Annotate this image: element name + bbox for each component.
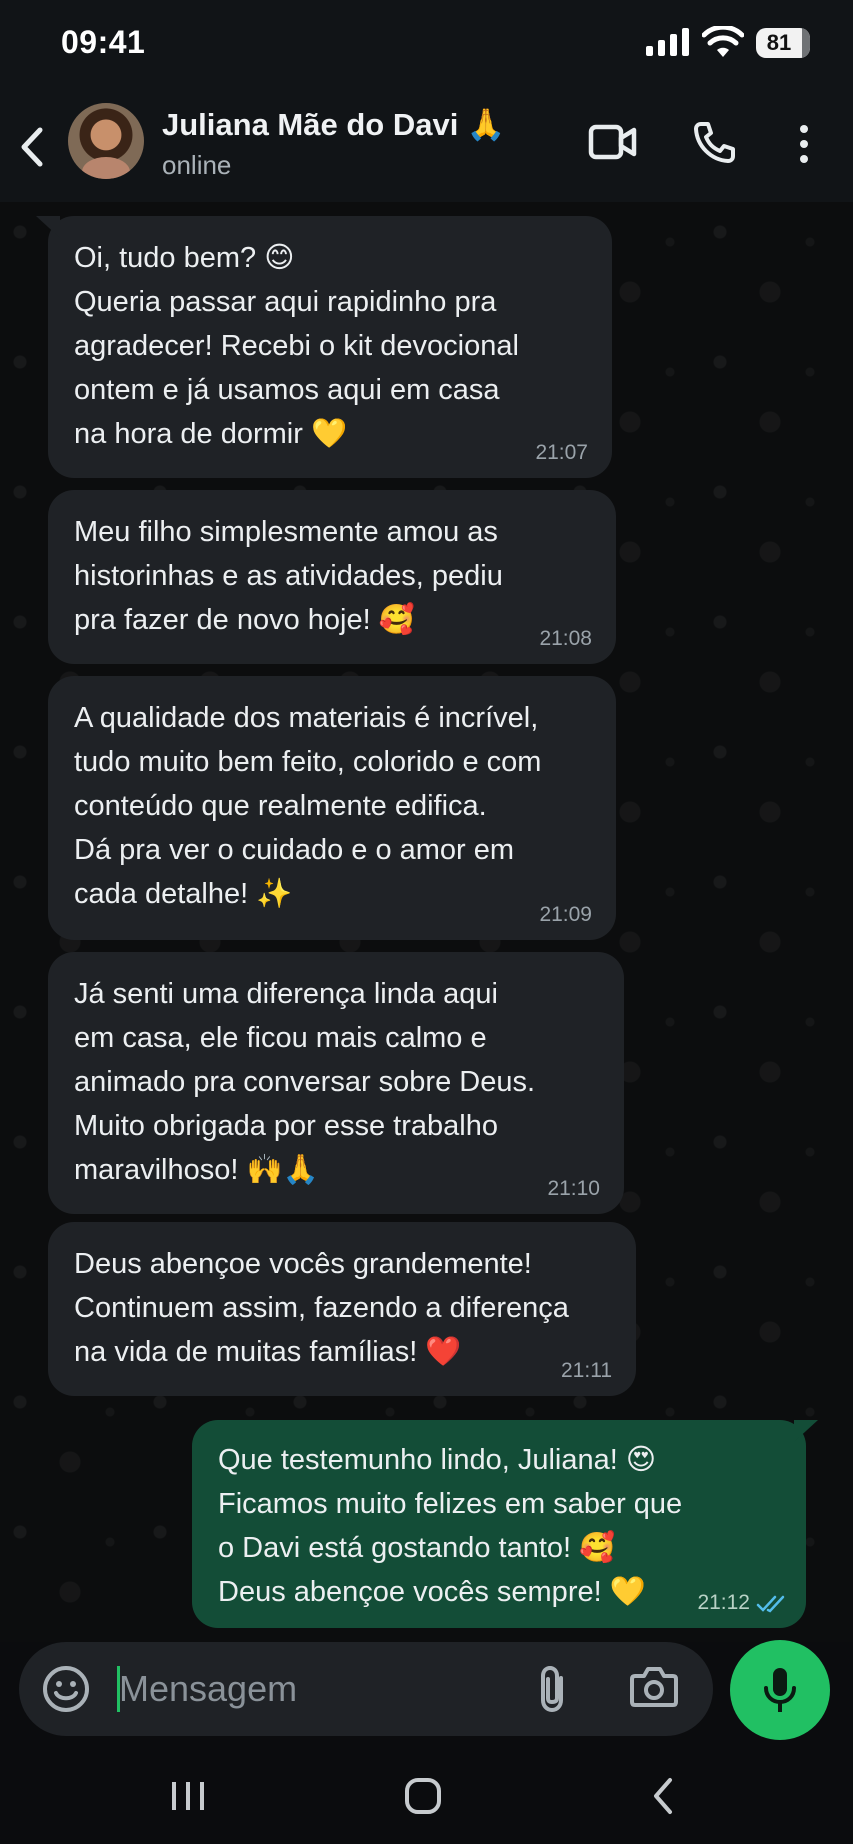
message-bubble-incoming[interactable]: Já senti uma diferença linda aqui em cas…: [48, 952, 624, 1214]
bubble-tail: [36, 216, 60, 238]
message-bubble-incoming[interactable]: Meu filho simplesmente amou as historinh…: [48, 490, 616, 664]
phone-icon[interactable]: [692, 120, 736, 164]
more-vertical-icon[interactable]: [794, 124, 814, 164]
home-icon[interactable]: [403, 1776, 443, 1816]
status-bar: 09:41 81: [0, 0, 853, 92]
message-time: 21:07: [535, 441, 588, 464]
signal-bars-icon: [646, 28, 689, 56]
message-text: Já senti uma diferença linda aqui em cas…: [74, 978, 536, 1186]
avatar-shirt: [82, 157, 130, 179]
battery-level: 81: [766, 30, 792, 55]
contact-name[interactable]: Juliana Mãe do Davi 🙏: [162, 106, 506, 143]
avatar[interactable]: [68, 103, 144, 179]
double-check-icon: [756, 1595, 785, 1613]
video-camera-icon[interactable]: [588, 122, 638, 162]
bubble-tail: [794, 1420, 818, 1442]
message-text: Que testemunho lindo, Juliana! 😍 Ficamos…: [218, 1444, 683, 1608]
back-chevron-icon[interactable]: [648, 1776, 678, 1816]
message-text: Oi, tudo bem? 😊 Queria passar aqui rapid…: [74, 242, 519, 450]
microphone-button[interactable]: [730, 1640, 830, 1740]
system-nav-bar: [0, 1750, 853, 1844]
smiley-icon[interactable]: [41, 1664, 91, 1714]
paperclip-icon[interactable]: [535, 1664, 571, 1714]
message-text: A qualidade dos materiais é incrível, tu…: [74, 702, 542, 910]
message-text: Deus abençoe vocês grandemente! Continue…: [74, 1248, 569, 1368]
message-text: Meu filho simplesmente amou as historinh…: [74, 516, 503, 636]
message-input[interactable]: [119, 1662, 439, 1716]
wifi-icon: [702, 26, 744, 57]
microphone-icon: [764, 1668, 796, 1712]
chat-messages[interactable]: Oi, tudo bem? 😊 Queria passar aqui rapid…: [0, 202, 853, 1642]
arrow-left-icon[interactable]: [16, 124, 46, 170]
message-bubble-incoming[interactable]: A qualidade dos materiais é incrível, tu…: [48, 676, 616, 940]
recents-icon[interactable]: [170, 1778, 206, 1814]
message-composer: [19, 1642, 713, 1736]
battery-indicator: 81: [756, 28, 810, 58]
contact-status: online: [162, 150, 232, 180]
chat-screen: 09:41 81 Juliana Mãe do Davi 🙏 online Oi…: [0, 0, 853, 1844]
message-time: 21:12: [697, 1591, 750, 1614]
message-time: 21:09: [539, 903, 592, 926]
battery-empty-portion: [802, 28, 810, 58]
status-time: 09:41: [61, 24, 146, 60]
message-time: 21:11: [561, 1359, 612, 1382]
message-bubble-incoming[interactable]: Deus abençoe vocês grandemente! Continue…: [48, 1222, 636, 1396]
chat-header: Juliana Mãe do Davi 🙏 online: [0, 92, 853, 202]
message-time: 21:08: [539, 627, 592, 650]
message-time: 21:10: [547, 1177, 600, 1200]
message-bubble-outgoing[interactable]: Que testemunho lindo, Juliana! 😍 Ficamos…: [192, 1420, 818, 1628]
camera-icon[interactable]: [629, 1664, 679, 1710]
message-bubble-incoming[interactable]: Oi, tudo bem? 😊 Queria passar aqui rapid…: [36, 216, 612, 478]
